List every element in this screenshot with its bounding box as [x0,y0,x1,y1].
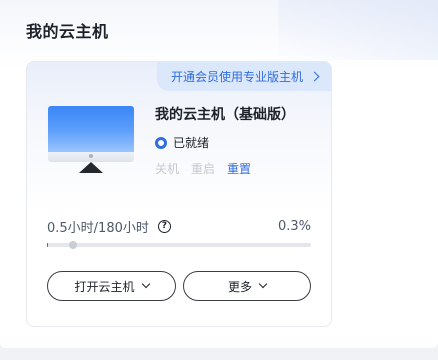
monitor-power-dot [89,154,93,158]
usage-row: 0.5小时/180小时 ? 0.3% [47,217,311,236]
open-host-label: 打开云主机 [74,279,135,294]
status-text: 已就绪 [173,136,210,150]
monitor-screen [48,106,134,152]
restart-link[interactable]: 重启 [191,160,215,177]
chevron-right-icon [309,71,320,81]
monitor-icon [48,106,136,174]
host-status: 已就绪 [155,134,295,151]
help-icon[interactable]: ? [157,220,171,233]
panel: 我的云主机 开通会员使用专业版主机 我的云主机（基础版） 已就绪 关机 重启 重… [0,0,438,348]
host-actions: 关机 重启 重置 [155,160,295,177]
usage-percent: 0.3% [277,219,311,234]
status-ring-icon [155,136,167,149]
usage-text: 0.5小时/180小时 [47,221,149,236]
bottom-strip [0,348,438,360]
cloud-host-card: 开通会员使用专业版主机 我的云主机（基础版） 已就绪 关机 重启 重置 0.5小… [26,61,332,327]
more-button[interactable]: 更多 [183,271,311,301]
monitor-stand [79,162,103,173]
shutdown-link[interactable]: 关机 [155,160,179,177]
page-title: 我的云主机 [26,22,109,41]
reset-link[interactable]: 重置 [227,160,251,177]
usage-progress-bar [47,241,311,249]
usage-progress-fill [47,243,48,247]
upgrade-promo-link[interactable]: 开通会员使用专业版主机 [156,62,331,91]
more-label: 更多 [227,279,252,294]
chevron-down-icon [258,279,268,289]
host-info: 我的云主机（基础版） 已就绪 关机 重启 重置 [155,104,295,177]
open-host-button[interactable]: 打开云主机 [47,271,176,301]
host-name: 我的云主机（基础版） [155,107,295,123]
promo-label: 开通会员使用专业版主机 [170,69,303,84]
chevron-down-icon [141,279,150,289]
usage-progress-knob [69,241,77,249]
